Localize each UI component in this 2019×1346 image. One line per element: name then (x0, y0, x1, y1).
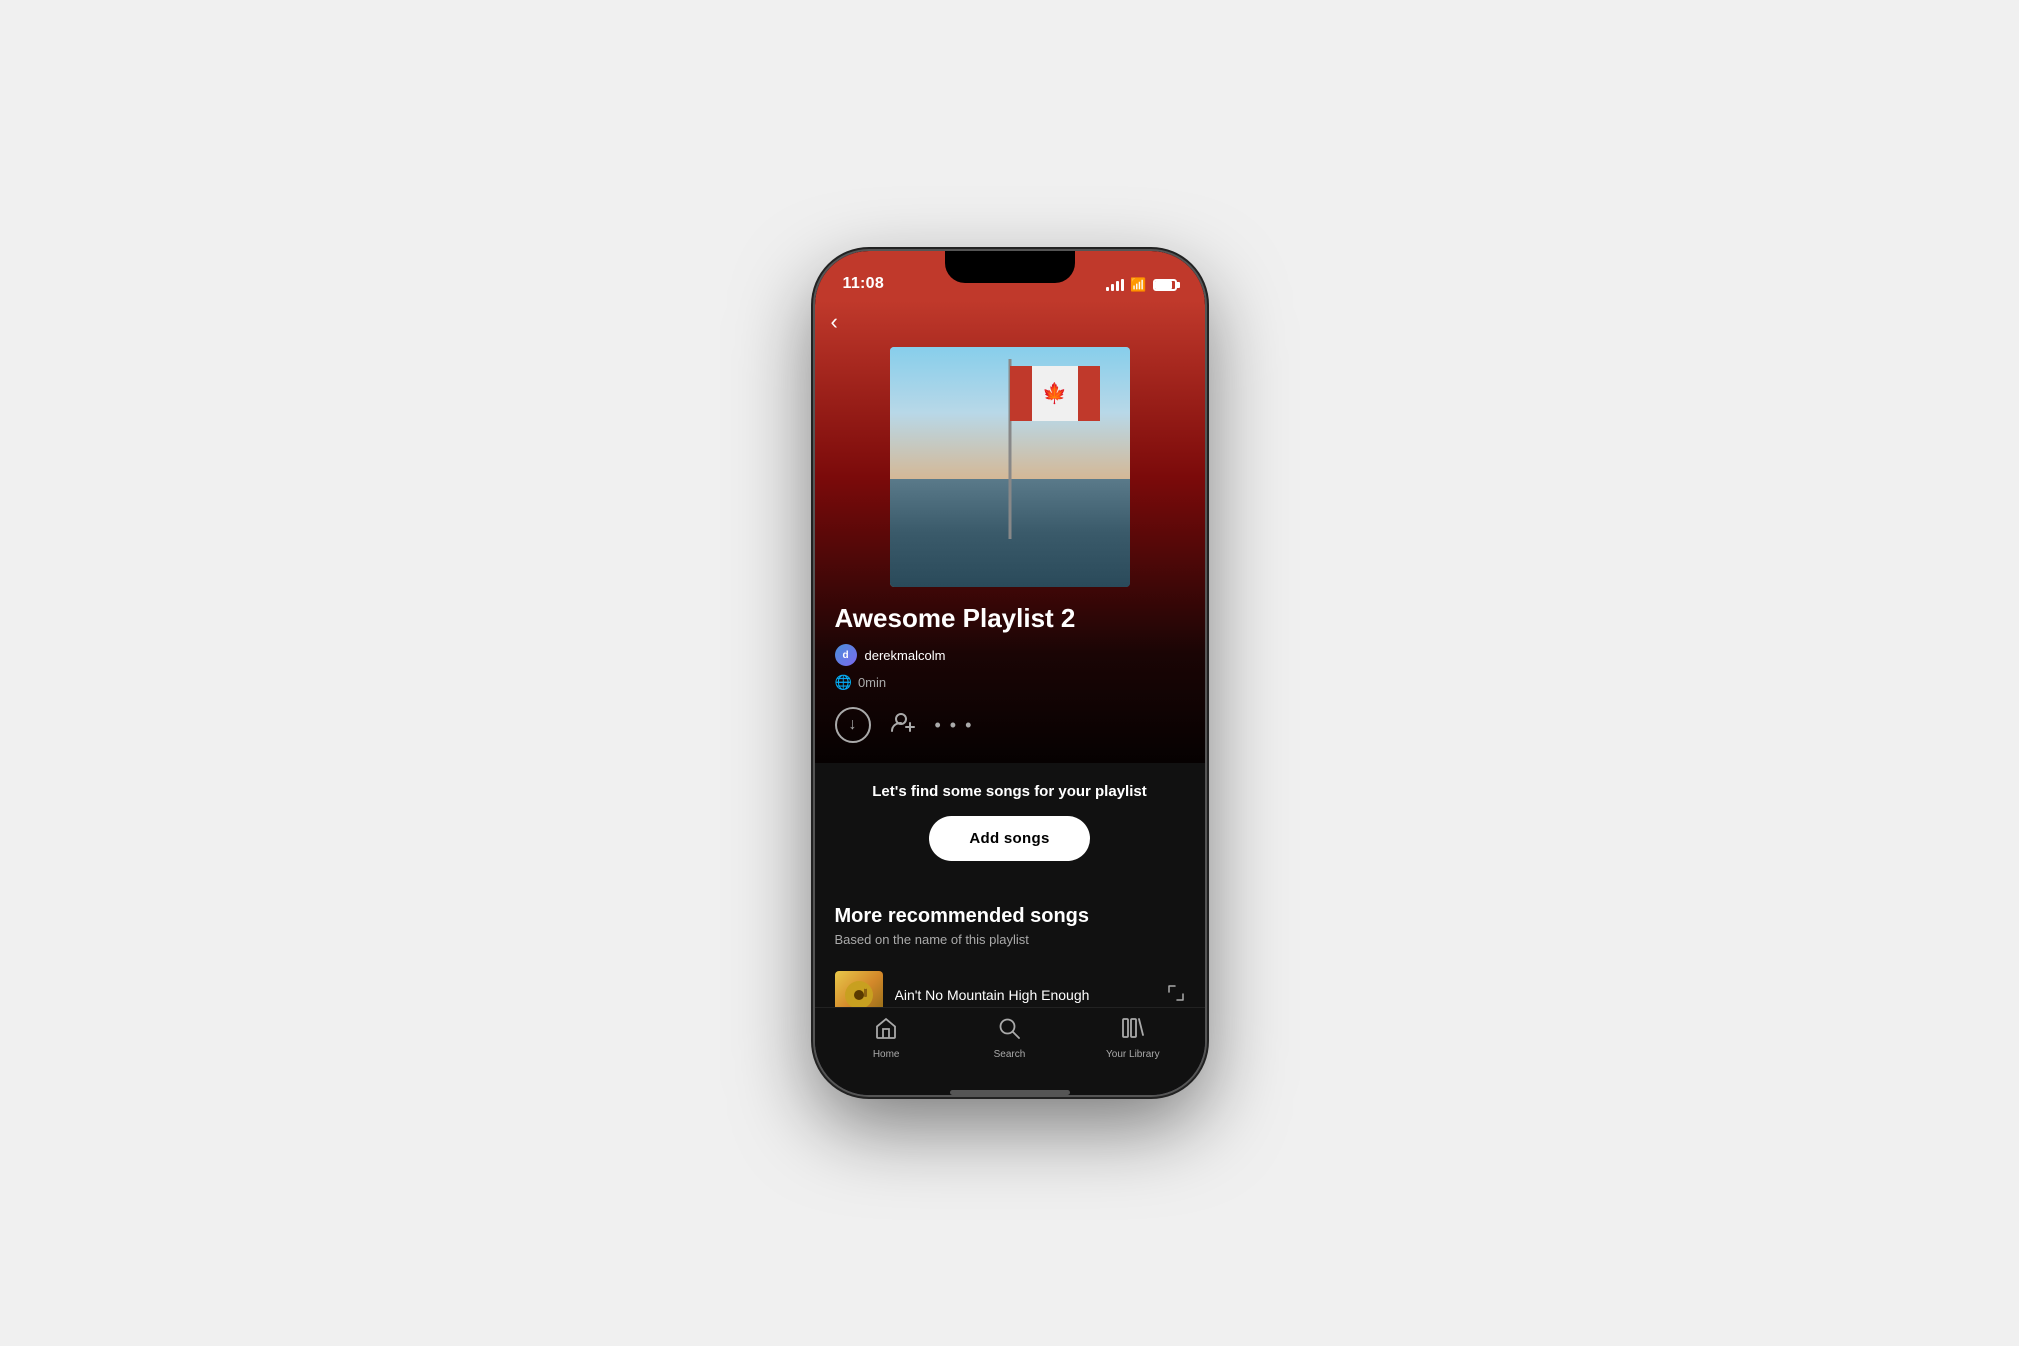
battery-icon (1153, 279, 1177, 291)
recommended-section: More recommended songs Based on the name… (815, 881, 1205, 1007)
creator-row: d derekmalcolm (835, 644, 1185, 666)
phone-screen: 11:08 📶 ‹ (815, 251, 1205, 1095)
home-indicator (815, 1089, 1205, 1095)
wifi-icon: 📶 (1130, 277, 1146, 293)
duration-text: 0min (858, 675, 886, 690)
add-songs-button[interactable]: Add songs (929, 816, 1089, 861)
search-icon (998, 1017, 1020, 1045)
add-user-icon (891, 712, 915, 738)
nav-item-search[interactable]: Search (948, 1017, 1071, 1060)
nav-label-library: Your Library (1106, 1049, 1160, 1060)
download-button[interactable]: ↓ (835, 707, 871, 743)
nav-item-home[interactable]: Home (825, 1017, 948, 1060)
find-songs-text: Let's find some songs for your playlist (835, 783, 1185, 800)
creator-avatar: d (835, 644, 857, 666)
header-nav: ‹ (815, 301, 1205, 339)
back-button[interactable]: ‹ (831, 309, 838, 335)
status-icons: 📶 (1106, 277, 1176, 293)
song-info-1: Ain't No Mountain High Enough (895, 987, 1155, 1003)
song-actions-1 (1167, 984, 1185, 1007)
nav-label-home: Home (873, 1049, 900, 1060)
find-songs-section: Let's find some songs for your playlist … (815, 763, 1205, 881)
status-time: 11:08 (843, 275, 885, 293)
playlist-title: Awesome Playlist 2 (835, 603, 1185, 634)
album-art: 🍁 (890, 347, 1130, 587)
add-user-button[interactable] (891, 712, 915, 738)
nav-label-search: Search (994, 1049, 1026, 1060)
bottom-nav: Home Search (815, 1007, 1205, 1089)
download-icon: ↓ (849, 716, 857, 734)
album-art-container: 🍁 (815, 339, 1205, 603)
home-icon (874, 1017, 898, 1045)
more-icon: • • • (935, 715, 974, 736)
phone-device: 11:08 📶 ‹ (815, 251, 1205, 1095)
library-icon (1121, 1017, 1145, 1045)
recommended-title: More recommended songs (835, 905, 1185, 928)
playlist-info: Awesome Playlist 2 d derekmalcolm 🌐 0min (815, 603, 1205, 691)
creator-name[interactable]: derekmalcolm (865, 648, 946, 663)
notch (945, 251, 1075, 283)
status-bar: 11:08 📶 (815, 251, 1205, 301)
more-button[interactable]: • • • (935, 715, 974, 736)
list-item[interactable]: Ain't No Mountain High Enough (835, 963, 1185, 1007)
actions-row: ↓ • • • (815, 707, 1205, 743)
recommended-subtitle: Based on the name of this playlist (835, 932, 1185, 947)
nav-item-library[interactable]: Your Library (1071, 1017, 1194, 1060)
duration-row: 🌐 0min (835, 674, 1185, 691)
song-title-1: Ain't No Mountain High Enough (895, 987, 1155, 1003)
signal-icon (1106, 279, 1124, 291)
globe-icon: 🌐 (835, 674, 852, 691)
song-thumbnail-1 (835, 971, 883, 1007)
main-content: ‹ 🍁 (815, 301, 1205, 1007)
expand-icon[interactable] (1167, 984, 1185, 1007)
